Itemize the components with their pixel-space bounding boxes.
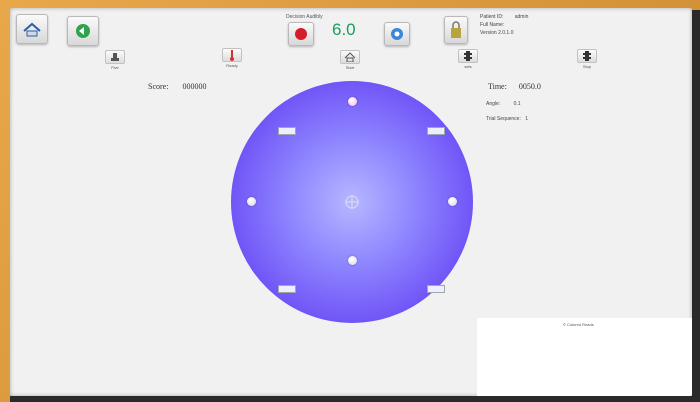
house-icon: [344, 52, 356, 62]
time-value: 0050.0: [518, 82, 541, 91]
thermometer-icon: [230, 50, 234, 61]
user-fullname: Full Name:: [480, 22, 505, 28]
user-button[interactable]: [444, 16, 468, 44]
back-arrow-icon: [76, 24, 90, 38]
angle-label: Angle:: [486, 101, 501, 107]
app-version: Version 2.0.1.0: [480, 30, 514, 36]
back-button[interactable]: [67, 16, 99, 46]
target-top[interactable]: [348, 97, 357, 106]
user-id-label: Patient ID:: [480, 14, 504, 20]
record-button[interactable]: [288, 22, 314, 46]
target-left[interactable]: [247, 197, 256, 206]
tool-five-label: Five: [111, 65, 119, 70]
score-value: 000000: [182, 82, 207, 91]
bezel-shadow-right: [692, 10, 700, 402]
target-bottom[interactable]: [348, 256, 357, 265]
trial-sequence-label: Trial Sequence:: [486, 116, 521, 122]
home-icon: [23, 22, 41, 37]
tool-start[interactable]: Start: [339, 50, 361, 70]
record-icon: [295, 28, 307, 40]
tool-five[interactable]: Five: [104, 50, 126, 70]
bezel-shadow-bottom: [10, 396, 700, 402]
marker-upper-left: [278, 127, 296, 135]
timer-value: 6.0: [332, 20, 356, 39]
gear-icon: [391, 28, 403, 40]
tool-start-label: Start: [345, 65, 355, 70]
trial-sequence-value: 1: [525, 116, 529, 122]
marker-upper-right: [427, 127, 445, 135]
timer-title: Decision Audibly: [286, 14, 323, 20]
tool-sets[interactable]: sets: [457, 49, 479, 69]
target-right[interactable]: [448, 197, 457, 206]
figure-icon: [111, 53, 119, 61]
tool-ready[interactable]: Ready: [221, 48, 243, 68]
tool-stop-label: Stop: [582, 64, 592, 69]
score-label: Score:: [148, 82, 169, 91]
settings-button[interactable]: [384, 22, 410, 46]
traffic-light-icon: [464, 51, 472, 61]
target-arena[interactable]: [231, 81, 473, 323]
angle-value: 0.1: [513, 101, 521, 107]
user-lock-icon: [451, 21, 461, 38]
home-button[interactable]: [16, 14, 48, 44]
marker-lower-left: [278, 285, 296, 293]
tool-ready-label: Ready: [226, 63, 238, 68]
crosshair-icon: [345, 195, 359, 209]
tool-stop[interactable]: Stop: [576, 49, 598, 69]
tool-sets-label: sets: [464, 64, 472, 69]
user-id-value: admin: [514, 14, 529, 20]
preview-panel: © Colored Reads: [477, 318, 692, 396]
traffic-light-icon: [583, 51, 591, 61]
time-label: Time:: [488, 82, 507, 91]
marker-lower-right: [427, 285, 445, 293]
app-window: Decision Audibly 6.0 Patient ID: admin F…: [10, 8, 692, 396]
footer-note: © Colored Reads: [563, 322, 594, 327]
